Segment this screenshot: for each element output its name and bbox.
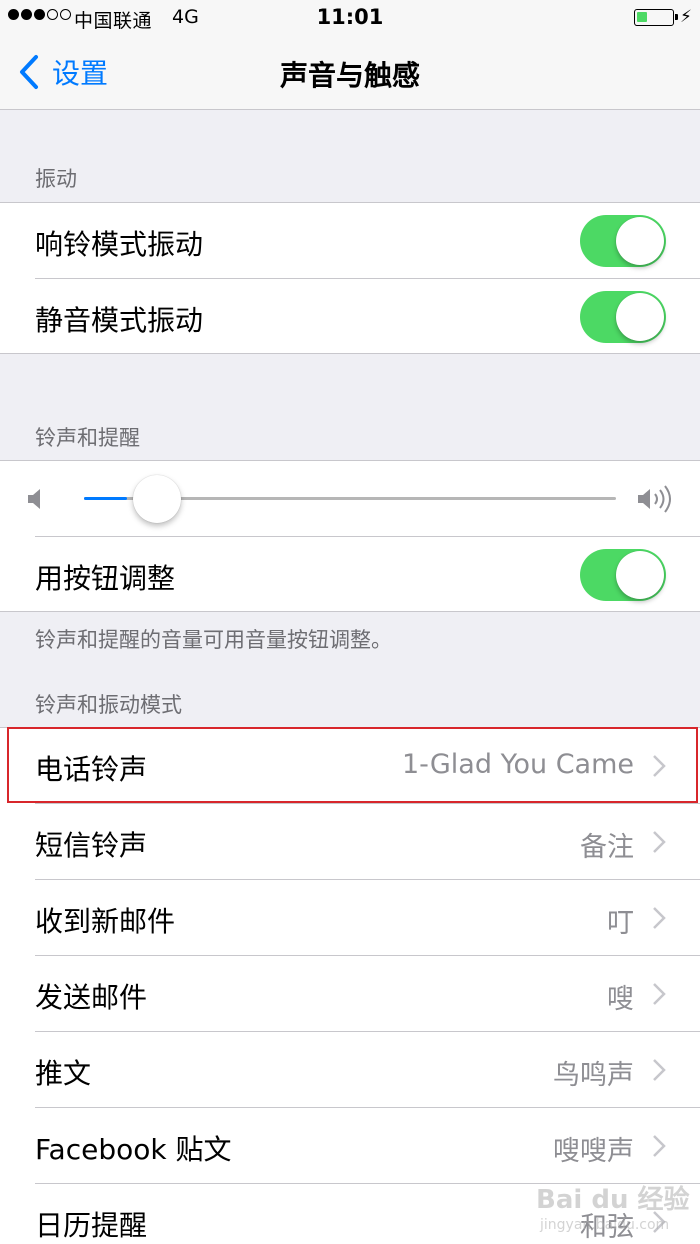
chevron-right-icon bbox=[653, 983, 666, 1005]
speaker-high-icon bbox=[638, 485, 671, 513]
ring-vibrate-label: 响铃模式振动 bbox=[35, 228, 204, 261]
battery-icon bbox=[634, 9, 678, 26]
ringer-footnote: 铃声和提醒的音量可用音量按钮调整。 bbox=[35, 628, 392, 652]
vibration-group: 响铃模式振动 静音模式振动 bbox=[0, 202, 700, 354]
ring-vibrate-toggle[interactable] bbox=[580, 215, 666, 267]
text-tone-value: 备注 bbox=[580, 832, 634, 863]
text-tone-label: 短信铃声 bbox=[35, 829, 148, 862]
silent-vibrate-row: 静音模式振动 bbox=[0, 279, 700, 353]
page-title: 声音与触感 bbox=[279, 59, 420, 92]
status-bar: 中国联通 4G 11:01 ⚡ bbox=[0, 0, 700, 36]
section-header-ringer: 铃声和提醒 bbox=[35, 426, 140, 450]
list-item-sent-mail[interactable]: 发送邮件 嗖 bbox=[0, 956, 700, 1032]
patterns-group: 电话铃声 1-Glad You Came 短信铃声 备注 收到新邮件 叮 发送邮… bbox=[0, 727, 700, 1244]
watermark-main: Bai du 经验 bbox=[536, 1185, 690, 1215]
calendar-alert-label: 日历提醒 bbox=[35, 1209, 148, 1242]
ringer-group: 用按钮调整 bbox=[0, 460, 700, 612]
volume-slider-row bbox=[0, 461, 700, 537]
sent-mail-label: 发送邮件 bbox=[35, 981, 148, 1014]
status-time: 11:01 bbox=[316, 5, 384, 29]
section-header-vibration: 振动 bbox=[35, 167, 77, 191]
list-item-tweet[interactable]: 推文 鸟鸣声 bbox=[0, 1032, 700, 1108]
navigation-bar: 设置 声音与触感 bbox=[0, 36, 700, 110]
chevron-right-icon bbox=[653, 755, 666, 777]
ring-vibrate-row: 响铃模式振动 bbox=[0, 203, 700, 279]
list-item-facebook-post[interactable]: Facebook 贴文 嗖嗖声 bbox=[0, 1108, 700, 1184]
button-adjust-label: 用按钮调整 bbox=[35, 562, 176, 595]
button-adjust-row: 用按钮调整 bbox=[0, 537, 700, 611]
baidu-watermark: Bai du 经验 jingyan.baidu.com bbox=[536, 1175, 696, 1241]
bolt-icon: ⚡ bbox=[680, 7, 692, 27]
list-item-ringtone[interactable]: 电话铃声 1-Glad You Came bbox=[0, 728, 700, 804]
list-item-text-tone[interactable]: 短信铃声 备注 bbox=[0, 804, 700, 880]
volume-slider-thumb[interactable] bbox=[132, 475, 181, 523]
list-item-new-mail[interactable]: 收到新邮件 叮 bbox=[0, 880, 700, 956]
new-mail-value: 叮 bbox=[607, 908, 634, 939]
sent-mail-value: 嗖 bbox=[607, 984, 634, 1015]
tweet-value: 鸟鸣声 bbox=[553, 1060, 634, 1091]
ringtone-label: 电话铃声 bbox=[35, 753, 148, 786]
chevron-right-icon bbox=[653, 1135, 666, 1157]
tweet-label: 推文 bbox=[35, 1057, 92, 1090]
button-adjust-toggle[interactable] bbox=[580, 549, 666, 601]
chevron-right-icon bbox=[653, 1059, 666, 1081]
volume-track-fill bbox=[84, 497, 127, 500]
facebook-post-label: Facebook 贴文 bbox=[35, 1133, 232, 1166]
speaker-low-icon bbox=[28, 489, 40, 509]
chevron-right-icon bbox=[653, 831, 666, 853]
watermark-sub: jingyan.baidu.com bbox=[540, 1217, 670, 1233]
silent-vibrate-label: 静音模式振动 bbox=[35, 304, 204, 337]
facebook-post-value: 嗖嗖声 bbox=[553, 1136, 634, 1167]
chevron-right-icon bbox=[653, 907, 666, 929]
section-header-patterns: 铃声和振动模式 bbox=[35, 693, 182, 717]
ringtone-value: 1-Glad You Came bbox=[401, 749, 634, 780]
silent-vibrate-toggle[interactable] bbox=[580, 291, 666, 343]
new-mail-label: 收到新邮件 bbox=[35, 905, 176, 938]
